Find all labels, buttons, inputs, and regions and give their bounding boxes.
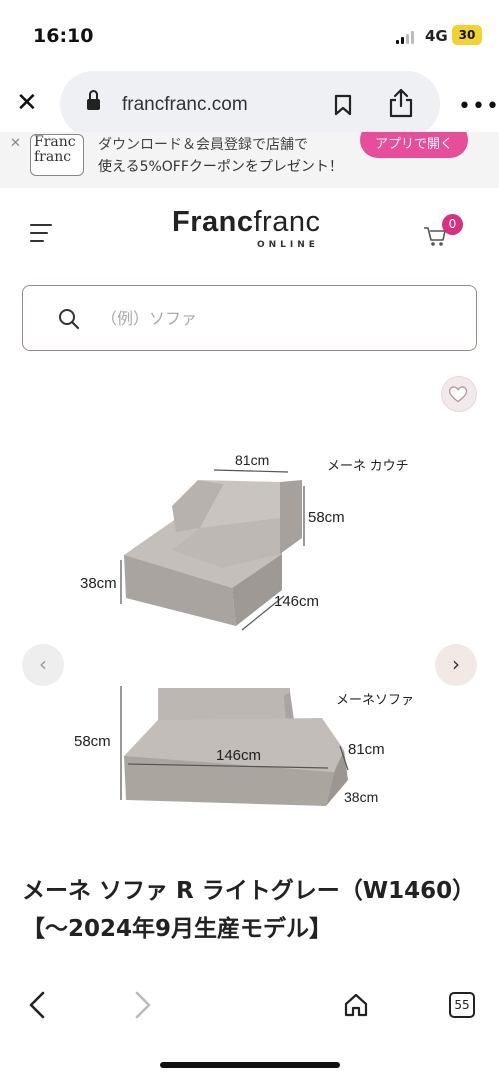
browser-address-bar: ✕ francfranc.com •••	[0, 66, 499, 142]
chaise-seat-height-label: 38cm	[80, 575, 117, 592]
cart-count-badge: 0	[442, 214, 463, 235]
status-bar: 16:10 4G 30	[0, 0, 499, 62]
home-indicator	[160, 1062, 340, 1068]
signal-icon	[396, 30, 416, 44]
more-icon[interactable]: •••	[458, 96, 499, 118]
heart-icon	[448, 386, 468, 403]
url-text: francfranc.com	[122, 94, 248, 115]
clock: 16:10	[33, 25, 94, 47]
site-logo[interactable]: Francfranc	[172, 206, 320, 239]
favorite-button[interactable]	[441, 376, 477, 412]
network-type: 4G	[425, 27, 448, 45]
search-icon	[59, 309, 80, 330]
sofa-width-label: 146cm	[216, 747, 261, 764]
close-icon[interactable]: ✕	[16, 90, 38, 116]
tabs-button[interactable]: 55	[449, 992, 475, 1018]
open-app-button[interactable]: アプリで開く	[360, 132, 468, 158]
sofa-height-label: 58cm	[74, 733, 111, 750]
carousel-next-button[interactable]: ›	[435, 644, 477, 686]
forward-icon[interactable]	[132, 990, 154, 1020]
url-field[interactable]: francfranc.com	[60, 71, 440, 137]
product-image: 81cm メーネ カウチ 58cm 38cm 146cm メーネソファ 58cm…	[22, 420, 477, 850]
search-box	[22, 285, 477, 351]
chaise-width-label: 81cm	[235, 452, 269, 468]
hamburger-menu-icon[interactable]	[30, 224, 52, 244]
home-icon[interactable]	[343, 992, 369, 1018]
sofa-name-label: メーネソファ	[336, 692, 414, 707]
carousel-prev-button[interactable]: ‹	[22, 644, 64, 686]
battery-icon: 30	[452, 25, 482, 45]
chaise-back-height-label: 58cm	[308, 509, 345, 526]
app-promo-banner: ✕ Franc franc ダウンロード＆会員登録で店舗で 使える5%OFFクー…	[0, 132, 499, 188]
sofa-depth-label: 81cm	[348, 741, 385, 758]
chevron-right-icon: ›	[452, 652, 460, 676]
site-logo-subtitle: ONLINE	[257, 240, 319, 250]
back-icon[interactable]	[26, 990, 48, 1020]
promo-text-line2: 使える5%OFFクーポンをプレゼント！	[98, 159, 343, 175]
search-input[interactable]	[101, 304, 441, 332]
promo-app-logo: Franc franc	[30, 134, 84, 176]
tab-count: 55	[454, 998, 470, 1012]
lock-icon	[87, 90, 100, 110]
promo-text-line1: ダウンロード＆会員登録で店舗で	[98, 137, 308, 153]
browser-toolbar: 55	[0, 972, 499, 1080]
chaise-name-label: メーネ カウチ	[327, 458, 409, 473]
product-title: メーネ ソファ R ライトグレー（W1460）【～2024年9月生産モデル】	[22, 878, 476, 942]
chaise-length-label: 146cm	[274, 593, 319, 610]
chevron-left-icon: ‹	[39, 652, 47, 676]
sofa-dimension-diagram: 81cm メーネ カウチ 58cm 38cm 146cm メーネソファ 58cm…	[74, 452, 414, 806]
promo-close-icon[interactable]: ✕	[10, 136, 21, 151]
battery-level: 30	[458, 28, 476, 42]
share-icon[interactable]	[388, 88, 414, 118]
bookmark-icon[interactable]	[334, 94, 352, 116]
sofa-seat-height-label: 38cm	[344, 789, 378, 805]
